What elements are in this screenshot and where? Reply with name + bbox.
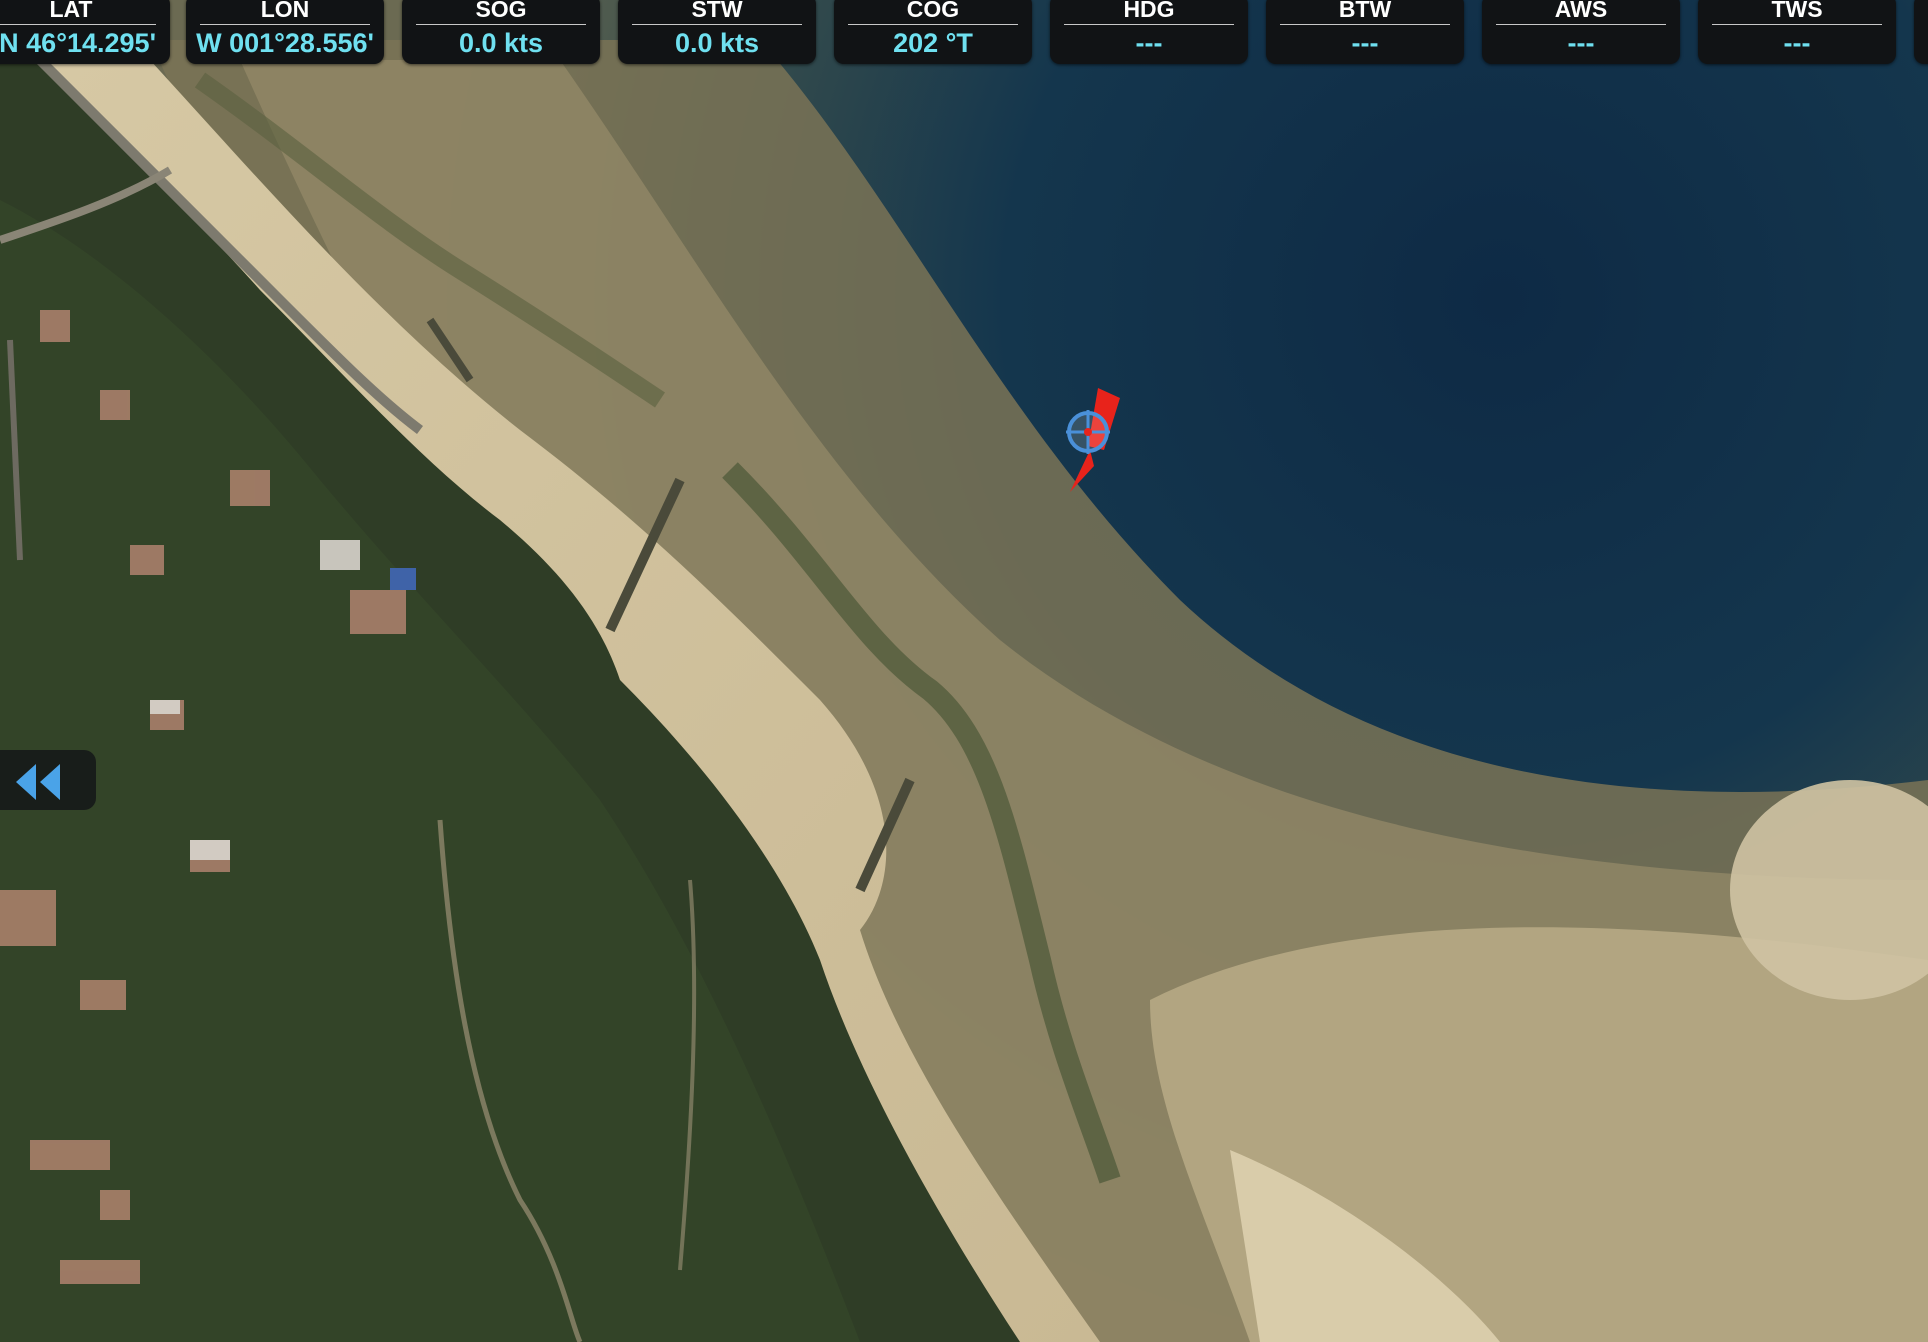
satellite-chart[interactable] (0, 0, 1928, 1342)
instrument-label: AWS (1496, 0, 1666, 25)
instrument-label: COG (848, 0, 1018, 25)
instrument-value: 0.0 kts (458, 28, 544, 58)
instrument-label: BTW (1280, 0, 1450, 25)
btw-instrument[interactable]: BTW --- (1266, 0, 1464, 64)
instrument-value: 202 °T (893, 28, 973, 58)
instrument-label: LON (200, 0, 370, 25)
cog-instrument[interactable]: COG 202 °T (834, 0, 1032, 64)
lat-instrument[interactable]: LAT N 46°14.295' (0, 0, 170, 64)
sog-instrument[interactable]: SOG 0.0 kts (402, 0, 600, 64)
vessel-marker[interactable] (1040, 380, 1140, 500)
collapse-panel-button[interactable] (0, 750, 96, 810)
aws-instrument[interactable]: AWS --- (1482, 0, 1680, 64)
instrument-value: --- (1135, 28, 1163, 58)
instrument-label: HDG (1064, 0, 1234, 25)
instrument-label: LAT (0, 0, 156, 25)
instrument-value: N 46°14.295' (0, 28, 156, 58)
instrument-value: 0.0 kts (674, 28, 760, 58)
double-chevron-left-icon (16, 764, 60, 800)
stw-instrument[interactable]: STW 0.0 kts (618, 0, 816, 64)
instrument-label: SOG (416, 0, 586, 25)
instrument-value: --- (1783, 28, 1811, 58)
tws-instrument[interactable]: TWS --- (1698, 0, 1896, 64)
instrument-value: W 001°28.556' (196, 28, 374, 58)
instrument-label: STW (632, 0, 802, 25)
instrument-partial[interactable] (1914, 0, 1928, 64)
instrument-value: --- (1567, 28, 1595, 58)
instrument-label: TWS (1712, 0, 1882, 25)
hdg-instrument[interactable]: HDG --- (1050, 0, 1248, 64)
instrument-value: --- (1351, 28, 1379, 58)
lon-instrument[interactable]: LON W 001°28.556' (186, 0, 384, 64)
instrument-bar: LAT N 46°14.295' LON W 001°28.556' SOG 0… (0, 0, 1928, 66)
